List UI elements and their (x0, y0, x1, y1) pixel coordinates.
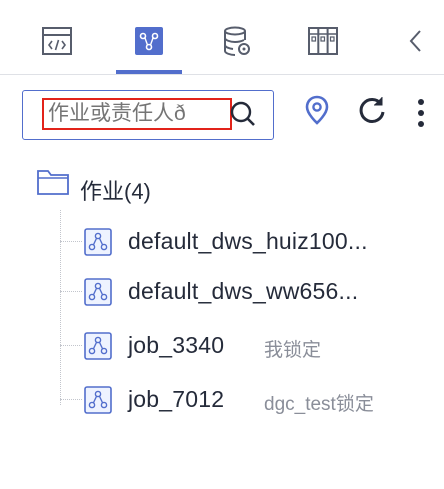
more-vertical-icon (418, 99, 424, 127)
job-tab[interactable] (132, 24, 166, 58)
tree-connector (60, 291, 82, 292)
job-folder[interactable] (36, 168, 70, 201)
job-node-icon (84, 228, 112, 256)
lock-status: dgc_test锁定 (264, 394, 374, 415)
node-network-icon (135, 27, 163, 55)
search-input[interactable] (42, 98, 232, 130)
refresh-button[interactable] (356, 94, 388, 131)
job-name: job_3340 (128, 332, 225, 358)
job-node-icon (84, 332, 112, 360)
resources-tab[interactable] (306, 24, 340, 58)
tree-connector (60, 399, 82, 400)
tree-connector (60, 241, 82, 242)
tree-item[interactable]: default_dws_ww656... (60, 270, 444, 314)
job-node-icon (84, 386, 112, 414)
job-name: default_dws_ww656... (128, 278, 359, 304)
active-tab-indicator (116, 70, 182, 74)
job-name: job_7012 (128, 386, 225, 412)
tree-item[interactable]: job_3340 我锁定 (60, 324, 444, 368)
database-tab[interactable] (220, 24, 254, 58)
database-settings-icon (224, 26, 250, 56)
code-file-icon (42, 27, 72, 55)
locate-button[interactable] (304, 94, 330, 131)
folder-icon (37, 170, 69, 195)
job-name: default_dws_huiz100... (128, 228, 368, 254)
code-script-tab[interactable] (40, 24, 74, 58)
tree-item[interactable]: default_dws_huiz100... (60, 220, 444, 264)
location-pin-icon (305, 95, 329, 125)
chevron-left-icon (409, 30, 421, 52)
tree-connector (60, 345, 82, 346)
more-button[interactable] (414, 94, 428, 139)
columns-grid-icon (308, 27, 338, 55)
tree-item[interactable]: job_7012 dgc_test锁定 (60, 378, 444, 422)
refresh-icon (359, 97, 385, 123)
search-icon (230, 101, 255, 126)
search-button[interactable] (228, 94, 258, 134)
collapse-panel-button[interactable] (400, 24, 434, 58)
folder-label[interactable]: 作业(4) (80, 174, 151, 206)
job-node-icon (84, 278, 112, 306)
sidebar-toolbar (0, 0, 444, 75)
lock-status: 我锁定 (264, 340, 322, 361)
